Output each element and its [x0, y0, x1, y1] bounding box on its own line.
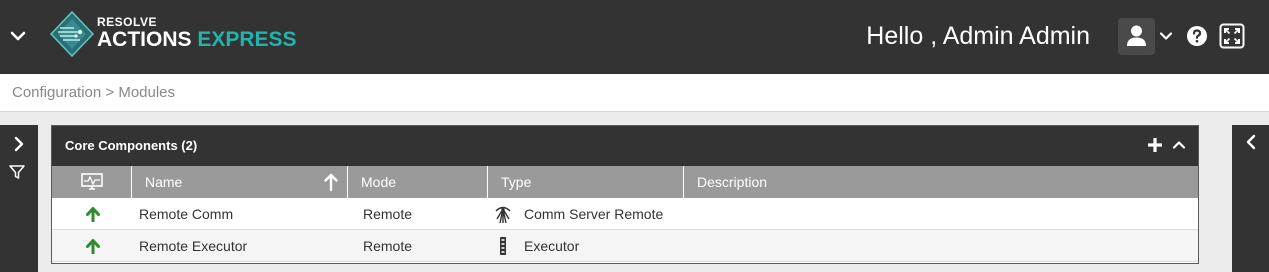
chevron-up-icon[interactable]	[1171, 137, 1187, 153]
panel-title: Core Components (2)	[65, 138, 198, 153]
column-header-mode[interactable]: Mode	[348, 166, 488, 198]
chevron-down-icon[interactable]	[8, 26, 28, 46]
column-header-type[interactable]: Type	[488, 166, 684, 198]
logo-mark-icon	[50, 11, 94, 57]
up-arrow-icon	[86, 239, 100, 254]
executor-icon	[500, 237, 506, 255]
table-row[interactable]: Remote Executor Remote Executor	[52, 230, 1198, 262]
cell-name: Remote Executor	[139, 238, 248, 254]
logo-text-bottom: ACTIONS EXPRESS	[97, 28, 297, 52]
cell-type: Executor	[524, 238, 580, 254]
breadcrumb[interactable]: Configuration > Modules	[12, 84, 175, 102]
chevron-right-icon[interactable]	[10, 135, 28, 153]
panel-header: Core Components (2)	[52, 126, 1198, 166]
cell-type: Comm Server Remote	[524, 206, 664, 222]
right-side-rail	[1232, 125, 1269, 272]
core-components-panel: Core Components (2) Name Mode Type Descr…	[51, 125, 1199, 264]
help-icon[interactable]	[1186, 25, 1208, 47]
greeting-text: Hello , Admin Admin	[866, 22, 1090, 50]
chevron-down-icon[interactable]	[1158, 28, 1174, 44]
left-side-rail	[0, 125, 38, 272]
chevron-left-icon[interactable]	[1242, 133, 1260, 151]
logo-word-actions: ACTIONS	[97, 28, 192, 51]
status-column-header[interactable]	[52, 166, 132, 198]
up-arrow-icon	[86, 207, 100, 222]
cell-mode: Remote	[363, 238, 413, 254]
logo-word-express: EXPRESS	[197, 28, 297, 51]
logo-text-top: RESOLVE	[97, 15, 157, 29]
table-row[interactable]: Remote Comm Remote Comm Server Remote	[52, 198, 1198, 230]
sort-up-icon[interactable]	[323, 172, 339, 192]
cell-mode: Remote	[363, 206, 413, 222]
top-bar: RESOLVE ACTIONS EXPRESS Hello , Admin Ad…	[0, 0, 1269, 74]
fullscreen-icon[interactable]	[1219, 23, 1245, 49]
antenna-icon	[495, 206, 511, 224]
cell-name: Remote Comm	[139, 206, 234, 222]
modules-table: Name Mode Type Description Remote Comm R…	[52, 166, 1198, 262]
user-menu-button[interactable]	[1118, 18, 1155, 55]
breadcrumb-bar: Configuration > Modules	[0, 74, 1269, 112]
column-header-label: Name	[145, 174, 183, 190]
monitor-icon	[81, 173, 103, 190]
add-icon[interactable]	[1146, 136, 1164, 154]
user-icon	[1127, 25, 1146, 46]
column-header-description[interactable]: Description	[684, 166, 1198, 198]
filter-icon[interactable]	[8, 163, 26, 181]
logo[interactable]: RESOLVE ACTIONS EXPRESS	[50, 9, 297, 61]
column-header-name[interactable]: Name	[132, 166, 348, 198]
table-header: Name Mode Type Description	[52, 166, 1198, 198]
